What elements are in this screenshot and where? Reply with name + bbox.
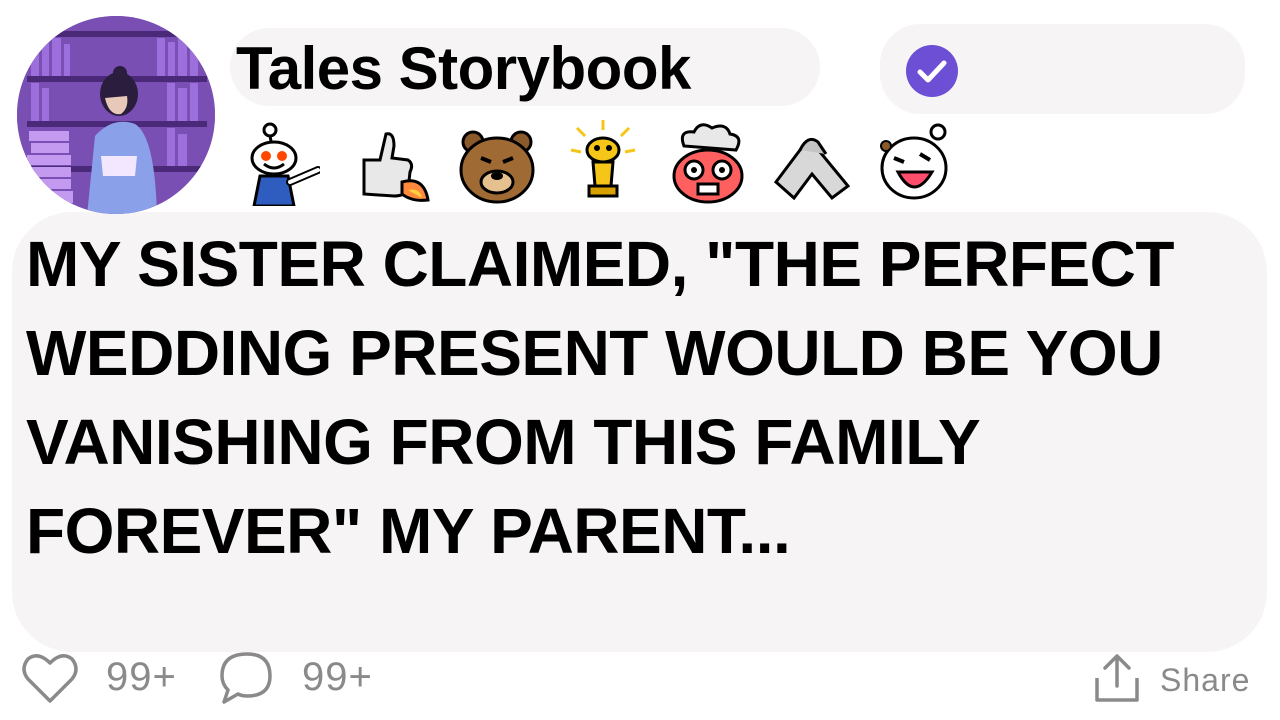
verified-badge-icon [906, 45, 958, 97]
author-display-name[interactable]: Tales Storybook [236, 34, 691, 104]
rocket-thumbs-up-icon[interactable] [350, 120, 430, 206]
mind-blown-icon[interactable] [668, 120, 748, 206]
like-count: 99+ [106, 655, 177, 699]
share-button[interactable]: Share [1160, 657, 1250, 703]
laughing-snoo-icon[interactable] [876, 120, 956, 206]
comment-count: 99+ [302, 655, 373, 699]
post-headline[interactable]: MY SISTER CLAIMED, "THE PERFECT WEDDING … [26, 220, 1256, 576]
pointing-snoo-icon[interactable] [240, 120, 320, 206]
handshake-icon[interactable] [772, 120, 852, 206]
avatar-image [17, 16, 215, 214]
share-icon[interactable] [1093, 652, 1141, 704]
like-heart-icon[interactable] [20, 651, 80, 705]
bear-icon[interactable] [457, 120, 537, 206]
comment-bubble-icon[interactable] [218, 650, 276, 706]
golden-trophy-snoo-icon[interactable] [563, 120, 643, 206]
avatar[interactable] [17, 16, 215, 214]
